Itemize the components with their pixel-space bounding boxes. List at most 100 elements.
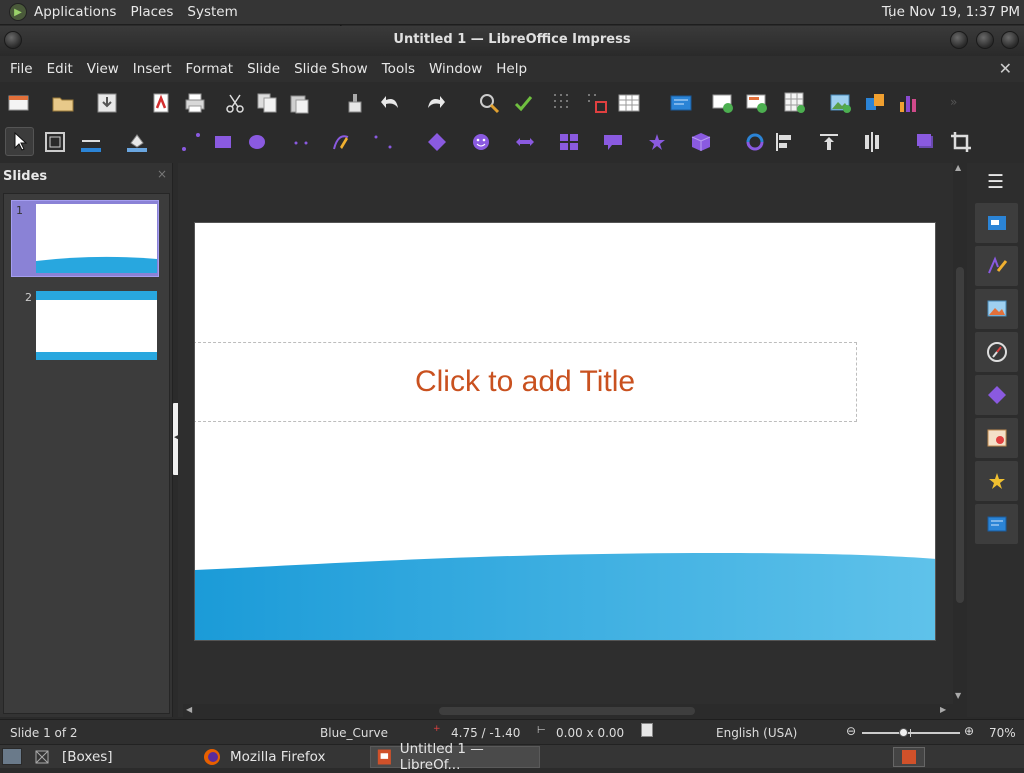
zoom-pan-icon[interactable] xyxy=(44,131,66,153)
zoom-out-icon[interactable]: ⊖ xyxy=(846,724,856,738)
zoom-in-icon[interactable]: ⊕ xyxy=(964,724,974,738)
sidebar-menu-icon[interactable]: ☰ xyxy=(987,171,1004,193)
scroll-down-icon[interactable]: ▼ xyxy=(955,691,961,700)
insert-chart-icon[interactable] xyxy=(898,92,920,114)
cut-icon[interactable] xyxy=(224,92,246,114)
menu-format[interactable]: Format xyxy=(179,61,241,77)
block-arrows-icon[interactable] xyxy=(514,131,536,153)
panel-menu-system[interactable]: System xyxy=(180,4,244,20)
lines-arrows-icon[interactable] xyxy=(290,131,312,153)
task-libreoffice-impress[interactable]: Untitled 1 — LibreOf... xyxy=(370,741,540,773)
master-slide-name[interactable]: Blue_Curve xyxy=(320,726,388,740)
panel-menu-places[interactable]: Places xyxy=(123,4,180,20)
open-folder-icon[interactable] xyxy=(52,92,74,114)
clone-formatting-icon[interactable] xyxy=(344,92,366,114)
paste-icon[interactable] xyxy=(288,92,310,114)
menu-window[interactable]: Window xyxy=(422,61,489,77)
scroll-up-icon[interactable]: ▲ xyxy=(955,163,961,172)
flowchart-icon[interactable] xyxy=(558,131,580,153)
rectangle-tool-icon[interactable] xyxy=(212,131,234,153)
undo-icon[interactable] xyxy=(380,92,402,114)
vertical-scrollbar[interactable]: ▲ ▼ xyxy=(953,163,967,704)
ellipse-tool-icon[interactable] xyxy=(246,131,268,153)
scroll-right-icon[interactable]: ▶ xyxy=(940,705,946,714)
sidebar-master-slides-button[interactable] xyxy=(975,246,1018,286)
insert-image-icon[interactable] xyxy=(830,92,852,114)
zoom-percentage[interactable]: 70% xyxy=(989,726,1016,740)
shadow-icon[interactable] xyxy=(914,131,936,153)
distro-logo-icon[interactable]: ▶ xyxy=(9,3,27,21)
align-objects-icon[interactable] xyxy=(774,131,796,153)
task-firefox[interactable]: Mozilla Firefox xyxy=(202,746,368,768)
distribute-icon[interactable] xyxy=(862,131,884,153)
slide-edit-area[interactable]: Click to add Title xyxy=(178,163,953,717)
toolbar-overflow-icon[interactable]: » xyxy=(950,95,957,109)
basic-shapes-icon[interactable] xyxy=(426,131,448,153)
copy-icon[interactable] xyxy=(256,92,278,114)
menu-tools[interactable]: Tools xyxy=(375,61,422,77)
zoom-slider[interactable] xyxy=(862,728,960,737)
zoom-slider-thumb[interactable] xyxy=(898,728,908,737)
insert-table-grid-icon[interactable] xyxy=(784,92,806,114)
horizontal-scroll-thumb[interactable] xyxy=(439,707,695,715)
sidebar-slide-layouts-button[interactable] xyxy=(975,504,1018,544)
curves-polygons-icon[interactable] xyxy=(330,131,352,153)
menu-help[interactable]: Help xyxy=(489,61,534,77)
symbol-shapes-icon[interactable] xyxy=(470,131,492,153)
callout-shapes-icon[interactable] xyxy=(602,131,624,153)
menu-file[interactable]: File xyxy=(3,61,40,77)
menu-insert[interactable]: Insert xyxy=(126,61,179,77)
find-replace-icon[interactable] xyxy=(478,92,500,114)
sidebar-shapes-button[interactable] xyxy=(975,375,1018,415)
slide-canvas[interactable]: Click to add Title xyxy=(194,222,936,641)
3d-objects-icon[interactable] xyxy=(690,131,712,153)
minimize-button[interactable] xyxy=(950,31,968,49)
task-boxes[interactable]: [Boxes] xyxy=(34,746,200,768)
workspace-switcher[interactable] xyxy=(893,747,925,767)
connectors-icon[interactable] xyxy=(372,131,394,153)
insert-audio-video-icon[interactable] xyxy=(864,92,886,114)
close-document-icon[interactable]: ✕ xyxy=(999,59,1012,78)
panel-menu-applications[interactable]: Applications xyxy=(27,4,123,20)
print-icon[interactable] xyxy=(184,92,206,114)
insert-table-icon[interactable] xyxy=(618,92,640,114)
close-window-button[interactable] xyxy=(1001,31,1019,49)
horizontal-scrollbar[interactable]: ◀ ▶ xyxy=(183,704,953,718)
select-tool-button[interactable] xyxy=(5,127,34,156)
menu-slide-show[interactable]: Slide Show xyxy=(287,61,375,77)
rotate-icon[interactable] xyxy=(744,131,766,153)
menu-slide[interactable]: Slide xyxy=(240,61,287,77)
close-pane-icon[interactable]: × xyxy=(157,167,167,181)
window-title-bar[interactable]: Untitled 1 — LibreOffice Impress xyxy=(0,26,1024,56)
stars-icon[interactable] xyxy=(646,131,668,153)
show-desktop-icon[interactable] xyxy=(2,748,22,765)
arrange-icon[interactable] xyxy=(818,131,840,153)
helplines-icon[interactable] xyxy=(586,92,608,114)
maximize-button[interactable] xyxy=(976,31,994,49)
save-icon[interactable] xyxy=(96,92,118,114)
fill-color-icon[interactable] xyxy=(126,131,148,153)
sidebar-gallery-button[interactable] xyxy=(975,289,1018,329)
line-color-icon[interactable] xyxy=(80,131,102,153)
sidebar-navigator-button[interactable] xyxy=(975,332,1018,372)
redo-icon[interactable] xyxy=(424,92,446,114)
document-modified-icon[interactable] xyxy=(641,723,653,737)
line-tool-icon[interactable] xyxy=(180,131,202,153)
display-grid-icon[interactable] xyxy=(552,92,574,114)
vertical-scroll-thumb[interactable] xyxy=(956,267,964,603)
slide-layout-icon[interactable] xyxy=(670,92,692,114)
clock[interactable]: Tue Nov 19, 1:37 PM xyxy=(882,4,1020,20)
scroll-left-icon[interactable]: ◀ xyxy=(186,705,192,714)
crop-icon[interactable] xyxy=(950,131,972,153)
slide-thumbnail-1[interactable]: 1 xyxy=(11,200,159,277)
spelling-icon[interactable] xyxy=(512,92,534,114)
language-status[interactable]: English (USA) xyxy=(716,726,797,740)
new-presentation-icon[interactable] xyxy=(8,92,30,114)
sidebar-properties-button[interactable] xyxy=(975,203,1018,243)
export-pdf-icon[interactable] xyxy=(150,92,172,114)
menu-view[interactable]: View xyxy=(80,61,126,77)
sidebar-animation-button[interactable] xyxy=(975,461,1018,501)
slide-thumbnail-2[interactable]: 2 xyxy=(11,288,159,363)
sidebar-slide-transition-button[interactable] xyxy=(975,418,1018,458)
menu-edit[interactable]: Edit xyxy=(40,61,80,77)
